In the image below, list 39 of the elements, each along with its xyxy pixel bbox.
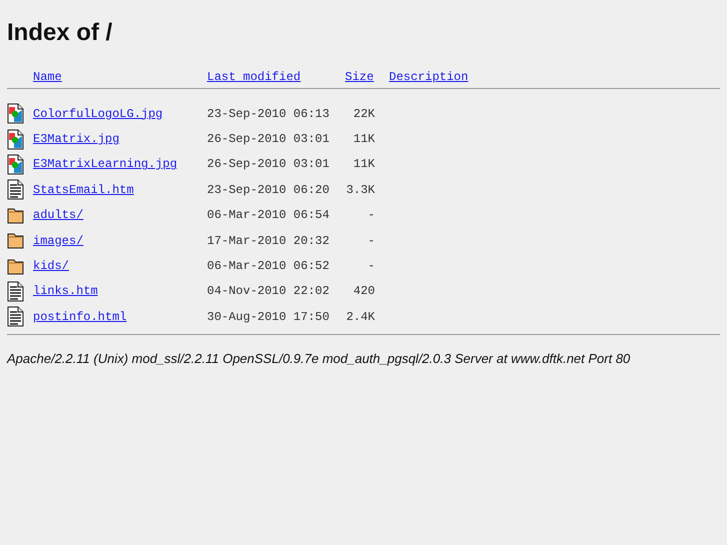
modified-date: 23-Sep-2010 06:13 [207, 106, 330, 121]
file-link[interactable]: postinfo.html [33, 310, 127, 324]
file-size: 2.4K [346, 310, 375, 324]
file-size: 11K [353, 157, 375, 172]
file-size: - [368, 208, 375, 222]
file-size: - [368, 259, 375, 274]
modified-date: 30-Aug-2010 17:50 [207, 310, 330, 324]
file-link[interactable]: links.htm [33, 284, 98, 298]
file-link[interactable]: E3Matrix.jpg [33, 132, 120, 146]
file-link[interactable]: E3MatrixLearning.jpg [33, 157, 178, 172]
image-file-icon [7, 154, 24, 175]
file-size: - [368, 234, 375, 248]
modified-date: 06-Mar-2010 06:54 [207, 208, 330, 222]
modified-date: 26-Sep-2010 03:01 [207, 132, 330, 146]
page-title: Index of / [7, 18, 114, 48]
file-link[interactable]: StatsEmail.htm [33, 182, 134, 197]
text-file-icon [7, 306, 24, 328]
file-link[interactable]: images/ [33, 234, 84, 248]
file-link[interactable]: kids/ [33, 259, 70, 274]
file-size: 22K [353, 106, 375, 121]
image-file-icon [7, 103, 24, 124]
modified-date: 06-Mar-2010 06:52 [207, 259, 330, 274]
file-size: 420 [353, 284, 375, 298]
image-file-icon [7, 128, 24, 150]
modified-date: 23-Sep-2010 06:20 [207, 182, 330, 197]
server-signature: Apache/2.2.11 (Unix) mod_ssl/2.2.11 OpenSSL/0.9.7e mod_auth_pgsql/2.0.3 Server at www.dftk.net Port 80 [7, 350, 632, 368]
column-sort-link[interactable]: Last modified [207, 70, 301, 84]
column-sort-link[interactable]: Size [345, 70, 374, 84]
file-size: 3.3K [346, 182, 375, 197]
text-file-icon [7, 179, 24, 200]
file-link[interactable]: ColorfulLogoLG.jpg [33, 106, 163, 121]
column-sort-link[interactable]: Name [33, 70, 62, 84]
modified-date: 17-Mar-2010 20:32 [207, 234, 330, 248]
file-link[interactable]: adults/ [33, 208, 84, 222]
modified-date: 04-Nov-2010 22:02 [207, 284, 330, 298]
modified-date: 26-Sep-2010 03:01 [207, 157, 330, 172]
column-sort-link[interactable]: Description [389, 70, 468, 84]
text-file-icon [7, 280, 24, 302]
file-size: 11K [353, 132, 375, 146]
